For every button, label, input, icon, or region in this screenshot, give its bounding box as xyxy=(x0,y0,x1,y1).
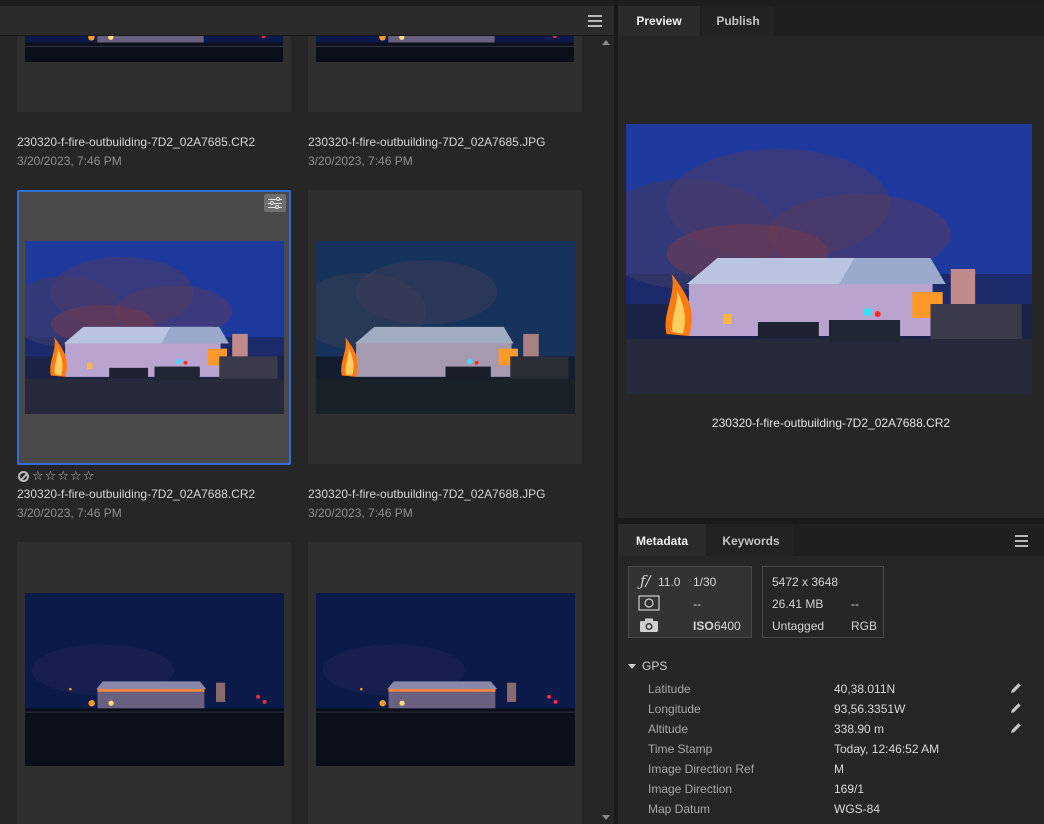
gps-row-map-datum: Map Datum WGS-84 xyxy=(618,799,1028,819)
gps-value: WGS-84 xyxy=(834,802,881,816)
star-rating[interactable]: ☆ ☆ ☆ ☆ ☆ xyxy=(18,469,94,483)
tab-keywords[interactable]: Keywords xyxy=(708,524,794,556)
tab-publish[interactable]: Publish xyxy=(702,6,774,36)
preview-tab-bar: Preview Publish xyxy=(618,6,1044,36)
gps-label: Time Stamp xyxy=(648,742,713,756)
preview-caption: 230320-f-fire-outbuilding-7D2_02A7688.CR… xyxy=(711,416,951,430)
file-date: 3/20/2023, 7:46 PM xyxy=(308,154,413,168)
thumbnail-card-selected[interactable] xyxy=(17,190,291,465)
star-icon[interactable]: ☆ xyxy=(70,469,82,483)
tab-preview[interactable]: Preview xyxy=(618,6,700,36)
chevron-down-icon xyxy=(628,664,636,670)
gps-row-altitude: Altitude 338.90 m xyxy=(618,719,1028,739)
star-icon[interactable]: ☆ xyxy=(32,469,44,483)
thumbnail-image-2 xyxy=(316,36,574,62)
file-name: 230320-f-fire-outbuilding-7D2_02A7685.CR… xyxy=(17,135,256,149)
gps-value: Today, 12:46:52 AM xyxy=(834,742,940,756)
file-info-box: 5472 x 3648 26.41 MB -- Untagged RGB xyxy=(762,566,884,638)
thumbnail-card-5[interactable] xyxy=(17,542,291,824)
file-size-extra: -- xyxy=(851,597,859,611)
content-header xyxy=(0,6,614,36)
preview-image xyxy=(626,124,1032,394)
thumbnail-image-3 xyxy=(25,241,284,414)
thumbnail-image-1 xyxy=(25,36,283,62)
file-name: 230320-f-fire-outbuilding-7D2_02A7688.JP… xyxy=(308,487,546,501)
gps-row-image-direction-ref: Image Direction Ref M xyxy=(618,759,1028,779)
file-name: 230320-f-fire-outbuilding-7D2_02A7685.JP… xyxy=(308,135,546,149)
file-name: 230320-f-fire-outbuilding-7D2_02A7688.CR… xyxy=(17,487,256,501)
star-icon[interactable]: ☆ xyxy=(83,469,95,483)
gps-section-label: GPS xyxy=(642,659,668,673)
thumbnail-image-5 xyxy=(25,593,284,766)
gps-label: Image Direction xyxy=(648,782,733,796)
gps-row-image-direction: Image Direction 169/1 xyxy=(618,779,1028,799)
pencil-icon[interactable] xyxy=(1010,722,1022,734)
tab-metadata[interactable]: Metadata xyxy=(618,524,706,556)
iso-label: ISO xyxy=(693,619,714,633)
thumbnail-card-6[interactable] xyxy=(308,542,582,824)
gps-label: Altitude xyxy=(648,722,689,736)
gps-row-latitude: Latitude 40,38.011N xyxy=(618,679,1028,699)
gps-row-time-stamp: Time Stamp Today, 12:46:52 AM xyxy=(618,739,1028,759)
color-profile-value: Untagged xyxy=(772,619,825,633)
thumbnail-image-4 xyxy=(316,241,575,414)
thumbnail-card-1[interactable] xyxy=(17,36,291,112)
file-date: 3/20/2023, 7:46 PM xyxy=(17,506,122,520)
iso-value: 6400 xyxy=(714,619,741,633)
aperture-value: 11.0 xyxy=(658,575,681,589)
hamburger-icon[interactable] xyxy=(588,15,602,27)
gps-label: Map Datum xyxy=(648,802,711,816)
pencil-icon[interactable] xyxy=(1010,682,1022,694)
dimensions-value: 5472 x 3648 xyxy=(772,575,839,589)
edited-settings-icon[interactable] xyxy=(264,194,286,212)
camera-icon xyxy=(639,617,659,633)
file-date: 3/20/2023, 7:46 PM xyxy=(308,506,413,520)
metadata-panel: Metadata Keywords ƒ/ 11.0 1/30 -- ISO 64… xyxy=(618,524,1044,824)
file-date: 3/20/2023, 7:46 PM xyxy=(17,154,122,168)
aperture-icon: ƒ/ xyxy=(640,572,651,590)
gps-label: Latitude xyxy=(648,682,691,696)
thumbnail-card-4[interactable] xyxy=(308,190,582,464)
content-panel: 230320-f-fire-outbuilding-7D2_02A7685.CR… xyxy=(0,0,614,824)
gps-value[interactable]: 93,56.3351W xyxy=(834,702,905,716)
metadata-tab-bar: Metadata Keywords xyxy=(618,524,1044,556)
reject-icon[interactable] xyxy=(18,470,29,482)
gps-label: Longitude xyxy=(648,702,701,716)
gps-value[interactable]: 338.90 m xyxy=(834,722,884,736)
shutter-value: 1/30 xyxy=(693,575,717,589)
preview-panel: Preview Publish 230320-f-fire-outbuildin… xyxy=(618,0,1044,518)
file-size-value: 26.41 MB xyxy=(772,597,824,611)
pencil-icon[interactable] xyxy=(1010,702,1022,714)
hamburger-icon[interactable] xyxy=(1015,535,1028,547)
metadata-scrollbar[interactable] xyxy=(1028,652,1044,824)
metering-value: -- xyxy=(693,597,701,611)
thumbnail-card-2[interactable] xyxy=(308,36,582,112)
exposure-info-box: ƒ/ 11.0 1/30 -- ISO 6400 xyxy=(628,566,752,638)
gps-value: 169/1 xyxy=(834,782,865,796)
gps-value[interactable]: 40,38.011N xyxy=(834,682,895,696)
gps-row-longitude: Longitude 93,56.3351W xyxy=(618,699,1028,719)
star-icon[interactable]: ☆ xyxy=(45,469,57,483)
gps-value: M xyxy=(834,762,844,776)
star-icon[interactable]: ☆ xyxy=(57,469,69,483)
scroll-up-icon[interactable] xyxy=(602,40,610,45)
gps-section-header[interactable]: GPS xyxy=(628,659,667,673)
scroll-down-icon[interactable] xyxy=(602,815,610,820)
thumbnail-image-6 xyxy=(316,593,575,766)
content-scrollbar[interactable] xyxy=(598,36,614,824)
color-mode-value: RGB xyxy=(851,619,878,633)
gps-label: Image Direction Ref xyxy=(648,762,755,776)
metering-icon xyxy=(638,595,660,611)
